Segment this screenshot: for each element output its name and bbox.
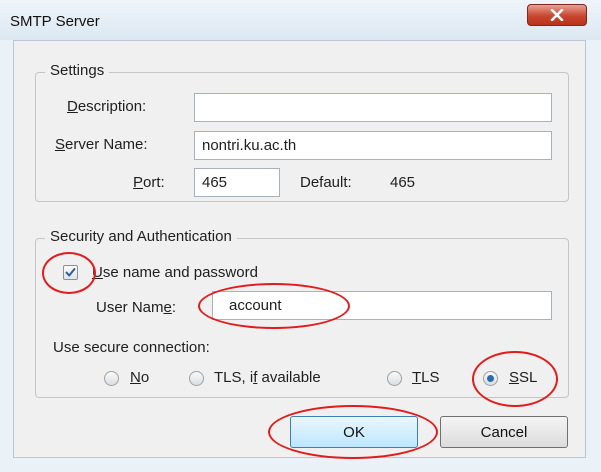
user-name-input[interactable]: account [212, 291, 552, 320]
port-label: Port: [133, 174, 165, 191]
close-icon [550, 9, 564, 21]
radio-tls-if-available[interactable] [189, 371, 204, 386]
cancel-button[interactable]: Cancel [440, 416, 568, 448]
ok-button[interactable]: OK [290, 416, 418, 448]
close-button[interactable] [527, 4, 587, 26]
settings-legend: Settings [45, 62, 110, 79]
radio-ssl-label[interactable]: SSL [509, 369, 537, 386]
port-input[interactable]: 465 [194, 168, 280, 197]
description-label: Description: [67, 98, 147, 115]
checkmark-icon [65, 268, 76, 277]
radio-ssl[interactable] [483, 371, 498, 386]
radio-tls-if-available-label[interactable]: TLS, if available [214, 369, 321, 386]
server-name-input[interactable]: nontri.ku.ac.th [194, 131, 552, 160]
radio-no[interactable] [104, 371, 119, 386]
user-name-label: User Name: [96, 299, 177, 316]
radio-no-label[interactable]: No [130, 369, 149, 386]
radio-tls[interactable] [387, 371, 402, 386]
default-port-value: 465 [390, 174, 416, 191]
use-name-password-checkbox[interactable] [63, 265, 78, 280]
smtp-server-dialog: SMTP Server Settings Description: Server… [0, 0, 601, 472]
default-port-label: Default: [300, 174, 352, 191]
description-input[interactable] [194, 93, 552, 122]
radio-tls-label[interactable]: TLS [412, 369, 440, 386]
secure-connection-label: Use secure connection: [53, 339, 210, 356]
security-legend: Security and Authentication [45, 228, 237, 245]
server-name-label: Server Name: [55, 136, 148, 153]
use-name-password-label[interactable]: Use name and password [92, 264, 258, 281]
title-bar[interactable]: SMTP Server [0, 0, 601, 40]
window-title: SMTP Server [10, 13, 100, 30]
